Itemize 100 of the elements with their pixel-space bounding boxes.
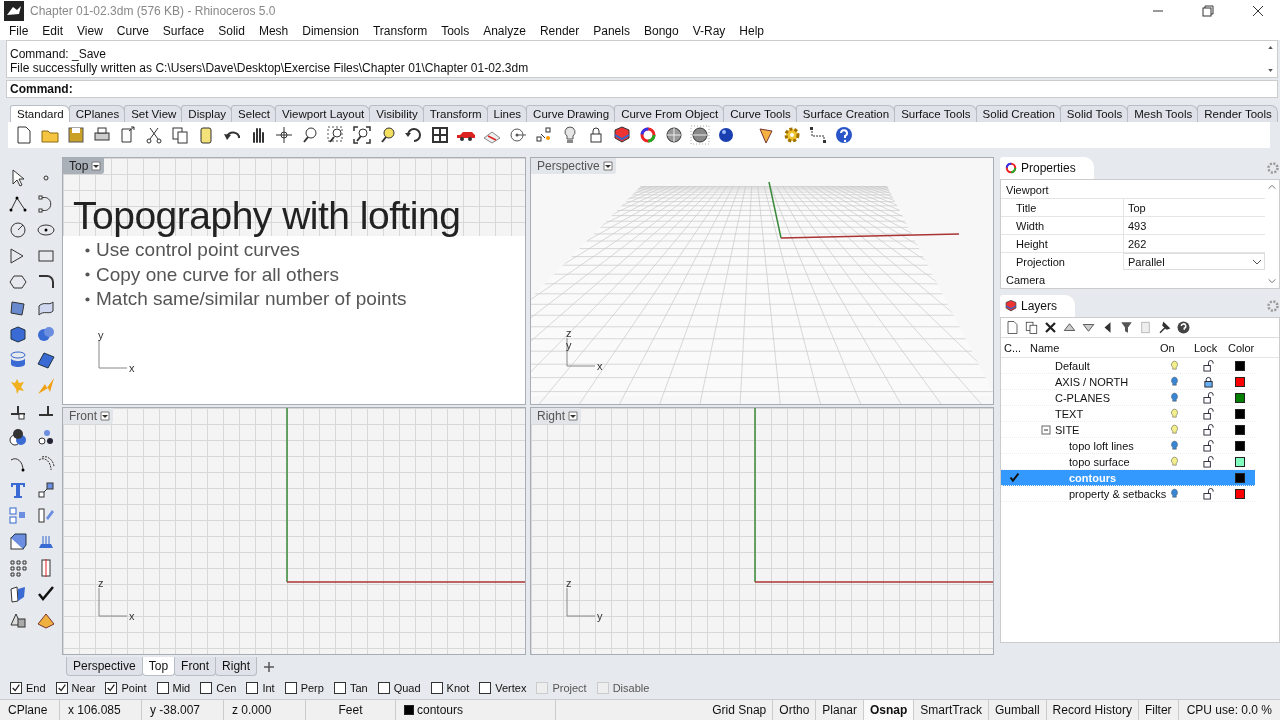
color-swatch[interactable] bbox=[1235, 472, 1245, 483]
surface-patch-icon[interactable] bbox=[36, 298, 56, 318]
menu-item[interactable]: Bongo bbox=[643, 24, 686, 38]
new-layer-icon[interactable] bbox=[1005, 320, 1020, 335]
command-field[interactable]: Command: bbox=[6, 80, 1278, 98]
menu-item[interactable]: Panels bbox=[593, 24, 637, 38]
bent-panel-icon[interactable] bbox=[8, 584, 28, 604]
layer-name[interactable]: TEXT bbox=[1055, 407, 1084, 420]
menu-item[interactable]: Dimension bbox=[302, 24, 366, 38]
dotted-sphere-icon[interactable] bbox=[690, 125, 710, 145]
menu-item[interactable]: Solid bbox=[218, 24, 252, 38]
help-icon[interactable] bbox=[834, 125, 854, 145]
open-padlock-icon[interactable] bbox=[1202, 487, 1214, 500]
toolbar-tab[interactable]: Curve Drawing bbox=[526, 105, 616, 122]
cplane-label[interactable]: CPlane bbox=[0, 700, 60, 720]
save-icon[interactable] bbox=[66, 125, 86, 145]
layers-icon[interactable] bbox=[612, 125, 632, 145]
lightbulb-icon[interactable] bbox=[1169, 439, 1179, 452]
checkbox[interactable] bbox=[479, 682, 492, 694]
collapse-icon[interactable] bbox=[1041, 424, 1051, 435]
circle-icon[interactable] bbox=[8, 220, 28, 240]
open-padlock-icon[interactable] bbox=[1202, 455, 1214, 468]
menu-item[interactable]: V-Ray bbox=[692, 24, 733, 38]
shaded-sphere-icon[interactable] bbox=[716, 125, 736, 145]
layer-row[interactable]: property & setbacks bbox=[1001, 486, 1255, 502]
cone-icon[interactable] bbox=[756, 125, 776, 145]
dropdown-field[interactable]: Parallel bbox=[1123, 253, 1265, 270]
rotate-view-icon[interactable] bbox=[404, 125, 424, 145]
toolbar-tab[interactable]: Select bbox=[231, 105, 277, 122]
toolbar-tab[interactable]: CPlanes bbox=[68, 105, 126, 122]
toolbar-tab[interactable]: Display bbox=[181, 105, 233, 122]
toolbar-tab[interactable]: Curve Tools bbox=[723, 105, 797, 122]
viewport-tab[interactable]: Right bbox=[215, 657, 258, 676]
layer-name[interactable]: property & setbacks bbox=[1069, 487, 1167, 500]
viewport[interactable]: Top Topography with lofting Use control point curves Copy one curve for all others Match same/similar number of points y x bbox=[62, 157, 526, 405]
open-padlock-icon[interactable] bbox=[1202, 359, 1214, 372]
layer-name[interactable]: AXIS / NORTH bbox=[1055, 375, 1129, 388]
checkbox[interactable] bbox=[156, 682, 169, 694]
polyline-icon[interactable] bbox=[8, 194, 28, 214]
checkbox[interactable] bbox=[377, 682, 390, 694]
column-header[interactable]: Lock bbox=[1191, 341, 1225, 354]
menu-item[interactable]: Tools bbox=[441, 24, 477, 38]
toolbar-tab[interactable]: Solid Tools bbox=[1059, 105, 1129, 122]
spheres-icon[interactable] bbox=[36, 324, 56, 344]
status-toggle[interactable]: Osnap bbox=[864, 700, 915, 720]
toolbar-tab[interactable]: Lines bbox=[486, 105, 528, 122]
open-padlock-icon[interactable] bbox=[1202, 391, 1214, 404]
column-header[interactable]: Color bbox=[1225, 341, 1255, 354]
viewport-title[interactable]: Right bbox=[531, 408, 581, 424]
hammer-icon[interactable] bbox=[1157, 320, 1172, 335]
viewport[interactable]: Perspective z y x bbox=[530, 157, 994, 405]
layer-name[interactable]: topo loft lines bbox=[1069, 439, 1134, 452]
toolbar-tab[interactable]: Mesh Tools bbox=[1127, 105, 1199, 122]
layer-name[interactable]: topo surface bbox=[1069, 455, 1130, 468]
layer-name[interactable]: C-PLANES bbox=[1055, 391, 1111, 404]
checkbox[interactable] bbox=[284, 682, 297, 694]
menu-item[interactable]: View bbox=[77, 24, 110, 38]
letter-t-icon[interactable] bbox=[8, 480, 28, 500]
column-header[interactable]: C... bbox=[1001, 341, 1027, 354]
copy-icon[interactable] bbox=[170, 125, 190, 145]
surface-points-icon[interactable] bbox=[8, 298, 28, 318]
open-padlock-icon[interactable] bbox=[1202, 439, 1214, 452]
toolbar-tab[interactable]: Surface Tools bbox=[894, 105, 977, 122]
menu-item[interactable]: Surface bbox=[162, 24, 212, 38]
zoom-icon[interactable] bbox=[300, 125, 320, 145]
menu-item[interactable]: Analyze bbox=[483, 24, 533, 38]
dimension-icon[interactable] bbox=[808, 125, 828, 145]
layer-row[interactable]: TEXT bbox=[1001, 406, 1255, 422]
toolbar-tab[interactable]: Viewport Layout bbox=[275, 105, 371, 122]
dropdown-icon[interactable] bbox=[568, 411, 578, 421]
scissors-icon[interactable] bbox=[144, 125, 164, 145]
delete-icon[interactable] bbox=[1043, 320, 1058, 335]
dropdown-icon[interactable] bbox=[100, 411, 110, 421]
toolbar-tab[interactable]: Set View bbox=[124, 105, 183, 122]
layer-name[interactable]: Default bbox=[1055, 359, 1090, 372]
viewport-tab[interactable]: Front bbox=[174, 657, 217, 676]
hexagon-icon[interactable] bbox=[8, 272, 28, 292]
scale-icon[interactable] bbox=[36, 480, 56, 500]
color-swatch[interactable] bbox=[1235, 408, 1245, 419]
column-header[interactable]: Name bbox=[1027, 341, 1157, 354]
lightbulb-icon[interactable] bbox=[1169, 487, 1179, 500]
circles-icon[interactable] bbox=[36, 428, 56, 448]
units-label[interactable]: Feet bbox=[306, 700, 396, 720]
zoom-selected-icon[interactable] bbox=[378, 125, 398, 145]
copy-icon[interactable] bbox=[1024, 320, 1039, 335]
checkbox[interactable] bbox=[105, 682, 118, 694]
open-padlock-icon[interactable] bbox=[1202, 407, 1214, 420]
toolbar-tab[interactable]: Visibility bbox=[369, 105, 424, 122]
gear-icon[interactable] bbox=[782, 125, 802, 145]
layer-row[interactable]: C-PLANES bbox=[1001, 390, 1255, 406]
current-layer[interactable]: contours bbox=[417, 703, 464, 717]
menu-item[interactable]: Render bbox=[539, 24, 587, 38]
layer-row[interactable]: topo loft lines bbox=[1001, 438, 1255, 454]
color-swatch[interactable] bbox=[1235, 488, 1245, 499]
toolbar-tab[interactable]: Solid Creation bbox=[975, 105, 1061, 122]
add-tab-icon[interactable] bbox=[262, 660, 277, 674]
toolbar-tab[interactable]: Curve From Object bbox=[614, 105, 725, 122]
menu-item[interactable]: Curve bbox=[116, 24, 156, 38]
menu-item[interactable]: File bbox=[9, 24, 36, 38]
toolbar-tab[interactable]: Render Tools bbox=[1197, 105, 1278, 122]
